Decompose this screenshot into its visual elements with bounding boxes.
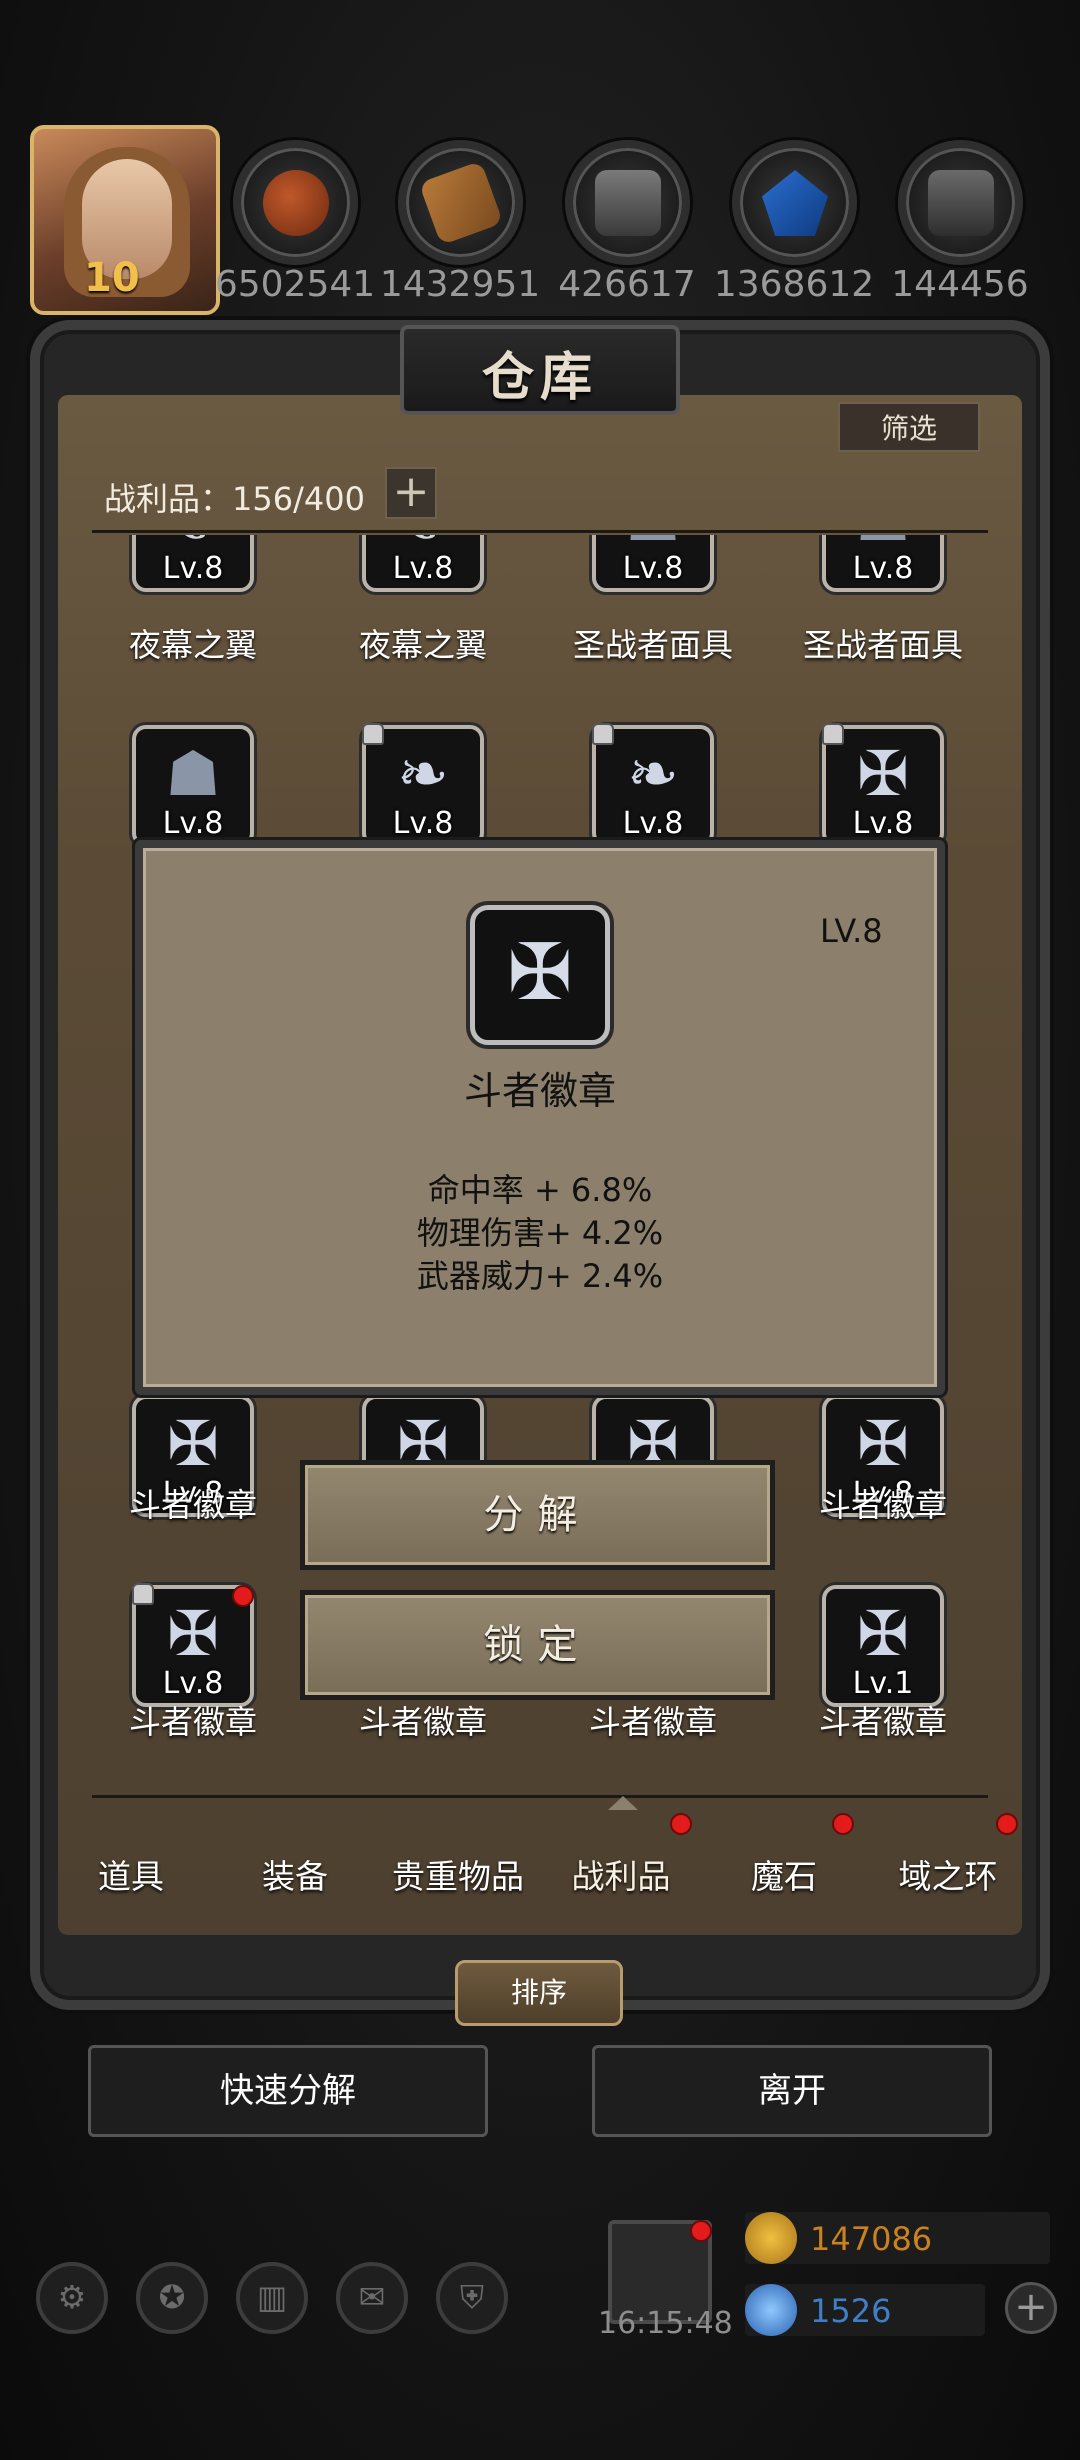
meat-amount: 6502541: [214, 264, 376, 305]
stone-icon: [928, 170, 994, 236]
wood-amount: 1432951: [379, 264, 541, 305]
crystal-icon: [762, 170, 828, 236]
item-name: 圣战者面具: [802, 626, 963, 664]
item-name: 斗者徽章: [128, 1486, 257, 1524]
popup-item-icon: ✠: [470, 905, 610, 1045]
guild-icon[interactable]: ⛨: [436, 2262, 508, 2334]
item-slot[interactable]: ✠ Lv.1: [822, 1585, 944, 1707]
feather-icon: ❧: [397, 737, 449, 810]
item-level: Lv.8: [392, 551, 454, 586]
tab-domain-rings[interactable]: 域之环: [868, 1850, 1028, 1898]
gem-icon: [745, 2284, 797, 2336]
lock-icon: [362, 723, 384, 745]
item-name: 夜幕之翼: [358, 626, 487, 664]
star-icon[interactable]: ✪: [136, 2262, 208, 2334]
badge-icon: ✠: [507, 928, 573, 1018]
popup-stat: 命中率 + 6.8%: [427, 1171, 653, 1209]
badge-icon: ✠: [167, 1597, 219, 1670]
filter-button[interactable]: 筛选: [838, 402, 980, 452]
gift-notification-dot: [690, 2220, 712, 2242]
leave-button[interactable]: 离开: [592, 2045, 992, 2137]
countdown-timer: 16:15:48: [598, 2306, 733, 2341]
ranking-icon[interactable]: ▥: [236, 2262, 308, 2334]
item-slot[interactable]: ☗Lv.8: [822, 535, 944, 592]
meat-icon: [263, 170, 329, 236]
item-level: Lv.8: [162, 806, 224, 841]
settings-icon[interactable]: ⚙: [36, 2262, 108, 2334]
tab-valuables[interactable]: 贵重物品: [378, 1850, 538, 1898]
gold-amount: 147086: [810, 2220, 933, 2258]
mask-icon: ☗: [165, 737, 221, 810]
add-currency-button[interactable]: +: [1005, 2282, 1057, 2334]
popup-stat: 物理伤害+ 4.2%: [416, 1214, 664, 1252]
stone-resource-icon[interactable]: [898, 140, 1023, 265]
item-level: Lv.8: [622, 551, 684, 586]
divider-top: [92, 530, 988, 533]
item-slot[interactable]: ❦Lv.8: [132, 535, 254, 592]
crystal-resource-icon[interactable]: [732, 140, 857, 265]
item-name: 斗者徽章: [818, 1703, 947, 1741]
wood-icon: [418, 160, 504, 246]
lock-icon: [592, 723, 614, 745]
item-slot[interactable]: ☗Lv.8: [132, 725, 254, 847]
tab-magic-stones[interactable]: 魔石: [704, 1850, 864, 1898]
meat-resource-icon[interactable]: [233, 140, 358, 265]
badge-icon: ✠: [857, 1407, 909, 1480]
item-slot[interactable]: ☗Lv.8: [592, 535, 714, 592]
expand-capacity-button[interactable]: +: [385, 467, 437, 519]
quick-decompose-button[interactable]: 快速分解: [88, 2045, 488, 2137]
sort-button[interactable]: 排序: [455, 1960, 623, 2026]
mail-icon[interactable]: ✉: [336, 2262, 408, 2334]
item-level: Lv.8: [852, 551, 914, 586]
item-level: Lv.8: [622, 806, 684, 841]
new-item-dot: [232, 1585, 254, 1607]
divider-bottom: [92, 1795, 988, 1798]
item-level: Lv.8: [852, 806, 914, 841]
popup-item-name: 斗者徽章: [463, 1069, 616, 1113]
tab-loot-notification-dot: [670, 1813, 692, 1835]
item-level: Lv.8: [392, 806, 454, 841]
wood-resource-icon[interactable]: [398, 140, 523, 265]
lock-icon: [822, 723, 844, 745]
item-level: Lv.8: [162, 1666, 224, 1701]
item-name: 斗者徽章: [358, 1703, 487, 1741]
popup-item-level: LV.8: [820, 912, 883, 950]
panel-title: 仓库: [481, 348, 598, 408]
tab-magic-stones-notification-dot: [832, 1813, 854, 1835]
item-name: 斗者徽章: [818, 1486, 947, 1524]
item-level: Lv.8: [162, 551, 224, 586]
item-name: 斗者徽章: [588, 1703, 717, 1741]
gold-coin-icon: [745, 2212, 797, 2264]
decompose-button[interactable]: 分解: [300, 1460, 775, 1570]
popup-stat: 武器威力+ 2.4%: [416, 1257, 664, 1295]
item-level: Lv.1: [852, 1666, 914, 1701]
iron-resource-icon[interactable]: [565, 140, 690, 265]
lock-icon: [132, 1583, 154, 1605]
badge-icon: ✠: [167, 1407, 219, 1480]
stone-amount: 144456: [891, 264, 1029, 305]
feather-icon: ❧: [627, 737, 679, 810]
iron-amount: 426617: [558, 264, 696, 305]
item-name: 斗者徽章: [128, 1703, 257, 1741]
player-level: 10: [84, 255, 140, 301]
badge-icon: ✠: [857, 1597, 909, 1670]
item-name: 夜幕之翼: [128, 626, 257, 664]
badge-icon: ✠: [857, 737, 909, 810]
tab-domain-rings-notification-dot: [996, 1813, 1018, 1835]
iron-ingot-icon: [595, 170, 661, 236]
item-name: 圣战者面具: [572, 626, 733, 664]
lock-button[interactable]: 锁定: [300, 1590, 775, 1700]
player-avatar[interactable]: 10: [30, 125, 220, 315]
tab-equipment[interactable]: 装备: [215, 1850, 375, 1898]
tab-loot[interactable]: 战利品: [541, 1850, 701, 1898]
loot-count: 战利品：156/400: [104, 480, 365, 518]
tab-items[interactable]: 道具: [51, 1850, 211, 1898]
crystal-amount: 1368612: [713, 264, 875, 305]
gem-amount: 1526: [810, 2292, 892, 2330]
item-slot[interactable]: ❦Lv.8: [362, 535, 484, 592]
